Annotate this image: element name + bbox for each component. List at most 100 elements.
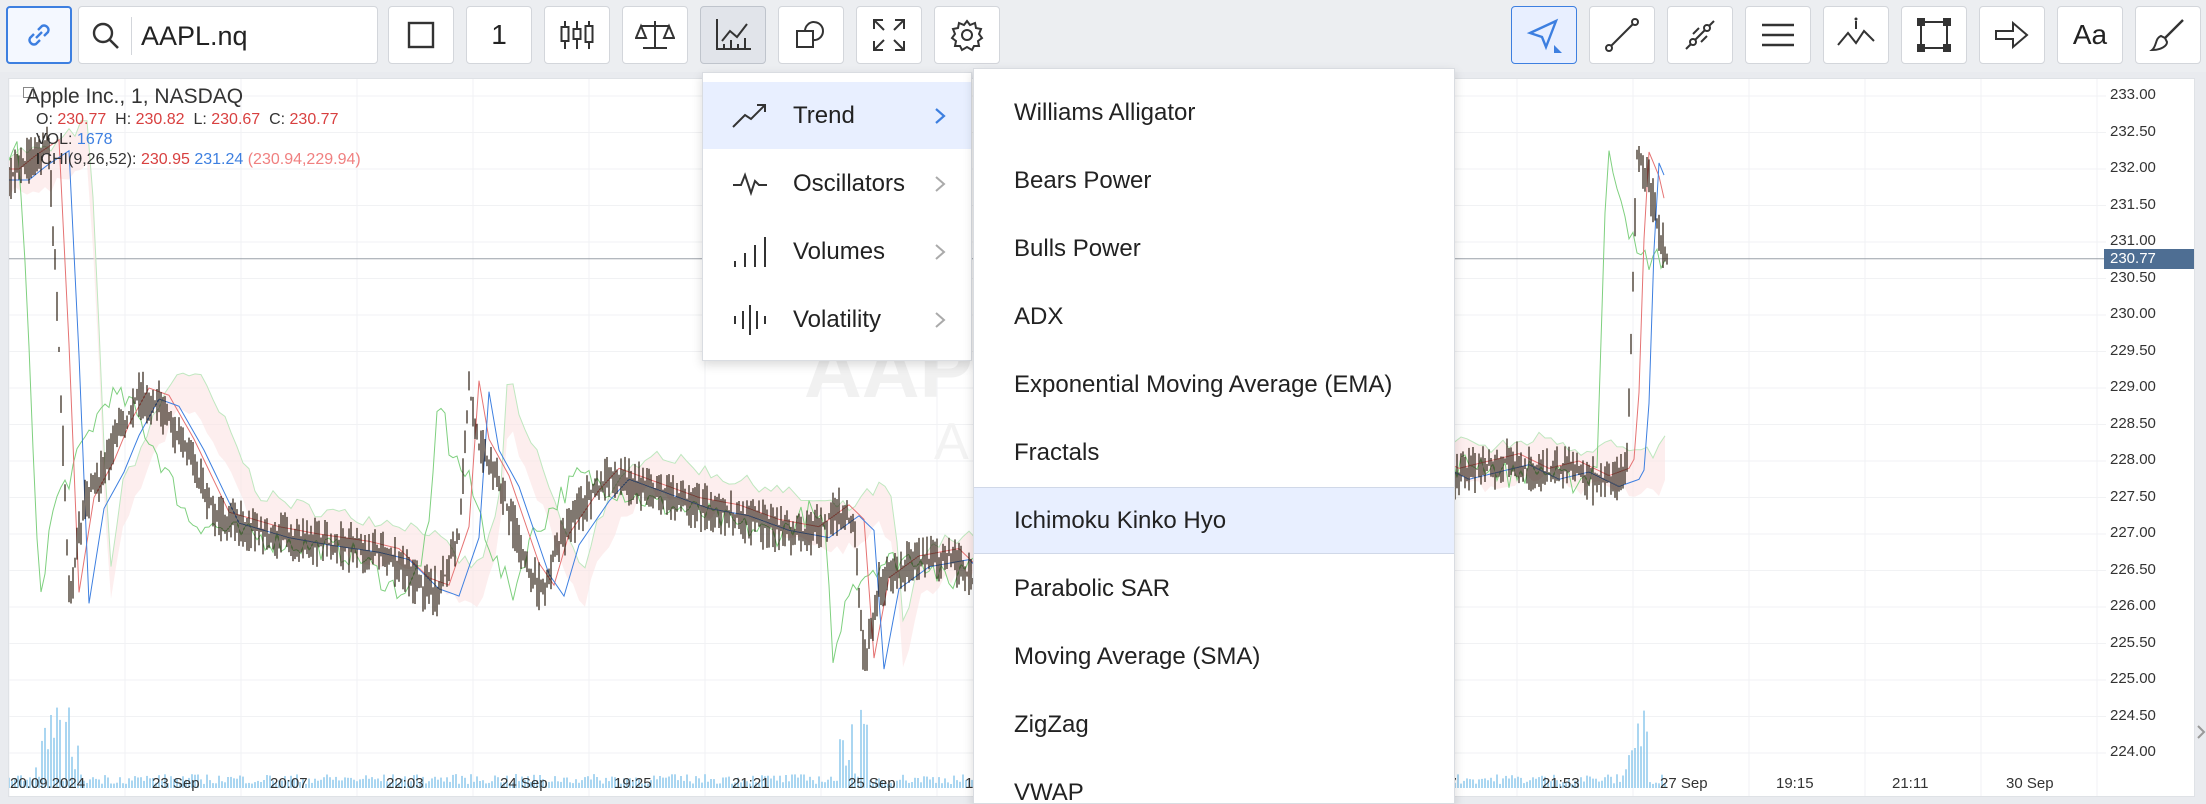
chart-note-icon xyxy=(1837,17,1875,46)
ichimoku-legend[interactable]: ICHI(9,26,52): 230.95 231.24 (230.94,229… xyxy=(36,151,361,169)
scroll-right-icon[interactable] xyxy=(2196,724,2206,740)
price-tick: 227.50 xyxy=(2110,487,2156,505)
chevron-right-icon xyxy=(935,175,946,192)
indicator-label: ZigZag xyxy=(1014,710,1089,738)
interval-button[interactable]: 1 xyxy=(466,6,532,64)
price-tick: 230.50 xyxy=(2110,268,2156,286)
price-tick: 224.50 xyxy=(2110,706,2156,724)
chevron-right-icon xyxy=(935,311,946,328)
multi-line-tool-button[interactable] xyxy=(1667,6,1733,64)
category-volumes[interactable]: Volumes xyxy=(703,218,971,285)
price-tick: 233.00 xyxy=(2110,86,2156,103)
price-tick: 232.50 xyxy=(2110,122,2156,140)
rectangle-select-icon xyxy=(1917,18,1951,52)
indicators-button[interactable] xyxy=(700,6,766,64)
indicator-label: VWAP xyxy=(1014,778,1084,804)
ichimoku-value-1: 230.95 xyxy=(140,151,190,168)
link-button[interactable] xyxy=(6,6,72,64)
indicator-category-menu: Trend Oscillators Volumes Volatility xyxy=(702,72,972,361)
settings-button[interactable] xyxy=(934,6,1000,64)
horizontal-lines-icon xyxy=(1762,23,1794,47)
chevron-right-icon xyxy=(935,243,946,260)
chevron-right-icon xyxy=(935,107,946,124)
trendline-tool-button[interactable] xyxy=(1589,6,1655,64)
close-label: C: xyxy=(269,111,286,128)
line-tool-icon xyxy=(1605,18,1639,52)
indicator-bears-power[interactable]: Bears Power xyxy=(974,147,1454,214)
price-tick: 231.50 xyxy=(2110,195,2156,213)
time-tick: 21:21 xyxy=(732,775,770,792)
symbol-search-field[interactable]: AAPL.nq xyxy=(78,6,378,64)
category-oscillators-label: Oscillators xyxy=(793,169,906,197)
indicator-label: Parabolic SAR xyxy=(1014,574,1171,602)
annotation-tool-button[interactable] xyxy=(1823,6,1889,64)
price-tick: 225.50 xyxy=(2110,633,2156,651)
arrow-tool-button[interactable] xyxy=(1979,6,2045,64)
shapes-button[interactable] xyxy=(778,6,844,64)
time-tick: 23 Sep xyxy=(152,775,200,792)
category-oscillators[interactable]: Oscillators xyxy=(703,150,971,217)
price-tick: 228.50 xyxy=(2110,414,2156,432)
candles-button[interactable] xyxy=(544,6,610,64)
text-tool-button[interactable]: Aa xyxy=(2057,6,2123,64)
indicator-williams-alligator[interactable]: Williams Alligator xyxy=(974,79,1454,146)
indicator-vwap[interactable]: VWAP xyxy=(974,759,1454,804)
time-tick: 20:07 xyxy=(270,775,308,792)
volatility-icon xyxy=(734,304,766,335)
volume-legend: VOL: 1678 xyxy=(36,131,113,149)
category-volatility[interactable]: Volatility xyxy=(703,286,971,353)
price-tick: 231.00 xyxy=(2110,232,2156,249)
ichimoku-label: ICHI(9,26,52): xyxy=(36,151,137,168)
indicator-label: Ichimoku Kinko Hyo xyxy=(1014,506,1227,534)
category-trend-label: Trend xyxy=(793,101,855,129)
indicator-sma[interactable]: Moving Average (SMA) xyxy=(974,623,1454,690)
indicator-label: Bears Power xyxy=(1014,166,1152,194)
horizontal-lines-tool-button[interactable] xyxy=(1745,6,1811,64)
rectangle-tool-button[interactable] xyxy=(1901,6,1967,64)
chart-legend: Apple Inc., 1, NASDAQ xyxy=(26,86,243,107)
indicator-label: ADX xyxy=(1014,302,1064,330)
square-icon xyxy=(407,21,435,49)
navigation-arrow-icon xyxy=(1526,18,1562,53)
fullscreen-button[interactable] xyxy=(856,6,922,64)
price-tick: 226.00 xyxy=(2110,597,2156,614)
cursor-tool-button[interactable] xyxy=(1511,6,1577,64)
candlestick-icon xyxy=(560,21,594,49)
scales-icon xyxy=(635,21,675,49)
polyline-tool-icon xyxy=(1685,20,1715,50)
open-label: O: xyxy=(36,111,53,128)
indicator-submenu: Williams Alligator Bears Power Bulls Pow… xyxy=(973,68,1455,804)
search-separator xyxy=(131,17,132,55)
price-axis[interactable] xyxy=(2106,78,2195,797)
price-tick: 224.00 xyxy=(2110,743,2156,760)
category-trend[interactable]: Trend xyxy=(703,82,971,149)
symbol-title: Apple Inc., 1, NASDAQ xyxy=(26,85,244,108)
open-value: 230.77 xyxy=(57,111,107,128)
symbol-input-value[interactable]: AAPL.nq xyxy=(141,21,248,52)
price-tick: 227.00 xyxy=(2110,524,2156,541)
volumes-icon xyxy=(734,236,766,267)
volume-label: VOL: xyxy=(36,131,73,148)
indicator-ichimoku[interactable]: Ichimoku Kinko Hyo xyxy=(974,487,1454,554)
chart-type-button[interactable] xyxy=(388,6,454,64)
indicator-parabolic-sar[interactable]: Parabolic SAR xyxy=(974,555,1454,622)
indicator-fractals[interactable]: Fractals xyxy=(974,419,1454,486)
indicator-label: Moving Average (SMA) xyxy=(1014,642,1261,670)
time-tick: 27 Sep xyxy=(1660,775,1708,792)
shapes-icon xyxy=(796,21,824,48)
high-label: H: xyxy=(115,111,132,128)
time-tick: 22:03 xyxy=(386,775,424,792)
compare-button[interactable] xyxy=(622,6,688,64)
indicator-bulls-power[interactable]: Bulls Power xyxy=(974,215,1454,282)
indicator-adx[interactable]: ADX xyxy=(974,283,1454,350)
search-icon xyxy=(92,22,119,49)
indicators-icon xyxy=(716,19,751,50)
fullscreen-icon xyxy=(873,19,905,51)
indicator-ema[interactable]: Exponential Moving Average (EMA) xyxy=(974,351,1454,418)
last-price-label: 230.77 xyxy=(2104,249,2194,269)
price-tick: 229.00 xyxy=(2110,378,2156,395)
time-tick: 24 Sep xyxy=(500,775,548,792)
indicator-zigzag[interactable]: ZigZag xyxy=(974,691,1454,758)
brush-tool-button[interactable] xyxy=(2135,6,2201,64)
trend-icon xyxy=(732,103,766,128)
